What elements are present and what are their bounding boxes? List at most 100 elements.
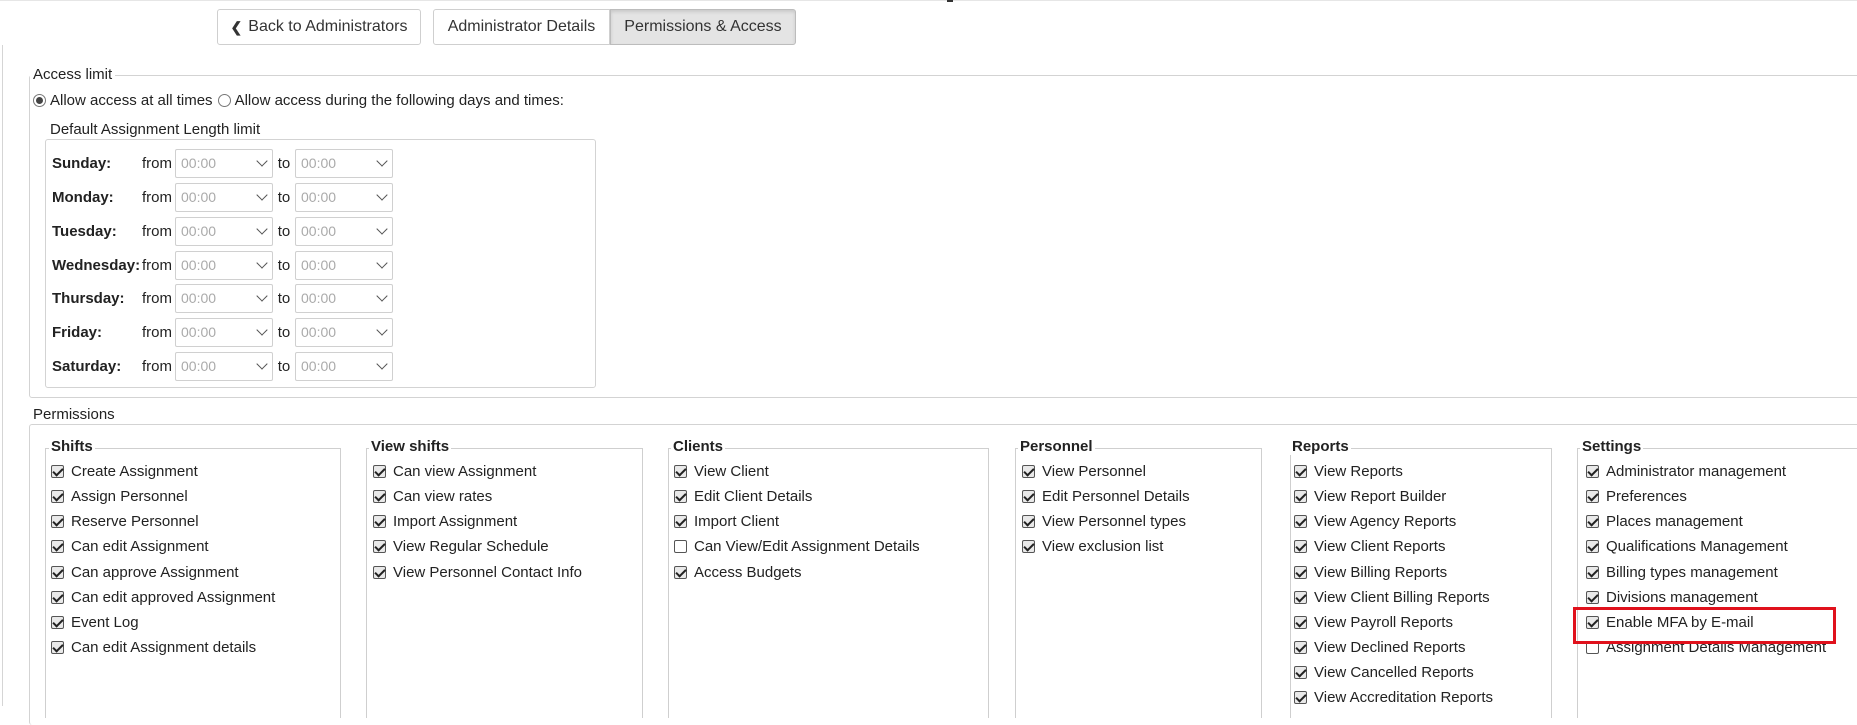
permission-checkbox[interactable]	[1022, 540, 1035, 553]
permission-item[interactable]: View Reports	[1294, 463, 1403, 480]
permission-item[interactable]: Can approve Assignment	[51, 564, 239, 581]
permission-item[interactable]: Edit Client Details	[674, 488, 812, 505]
chevron-down-icon	[376, 155, 388, 167]
permission-item[interactable]: Event Log	[51, 614, 139, 631]
permission-checkbox[interactable]	[373, 515, 386, 528]
permission-item[interactable]: Places management	[1586, 513, 1743, 530]
permission-item[interactable]: View Report Builder	[1294, 488, 1446, 505]
permission-item[interactable]: Billing types management	[1586, 564, 1778, 581]
permission-checkbox[interactable]	[51, 540, 64, 553]
from-time-select[interactable]: 00:00	[175, 216, 273, 246]
permission-checkbox[interactable]	[674, 566, 687, 579]
permission-item[interactable]: Administrator management	[1586, 463, 1786, 480]
permission-checkbox[interactable]	[1294, 641, 1307, 654]
permission-checkbox[interactable]	[674, 540, 687, 553]
permission-checkbox[interactable]	[1294, 566, 1307, 579]
allow-schedule-radio[interactable]	[217, 94, 231, 107]
permission-checkbox[interactable]	[1294, 490, 1307, 503]
permission-checkbox[interactable]	[1022, 515, 1035, 528]
permission-checkbox[interactable]	[51, 641, 64, 654]
permission-item[interactable]: Can edit Assignment details	[51, 639, 256, 656]
permission-item[interactable]: View Agency Reports	[1294, 513, 1456, 530]
to-time-select[interactable]: 00:00	[295, 317, 393, 347]
permission-item[interactable]: View Client	[674, 463, 769, 480]
tab-administrator-details[interactable]: Administrator Details	[433, 9, 610, 45]
permission-item[interactable]: Can edit approved Assignment	[51, 589, 275, 606]
permission-checkbox[interactable]	[1586, 540, 1599, 553]
permission-checkbox[interactable]	[1586, 465, 1599, 478]
permission-item[interactable]: View Personnel Contact Info	[373, 564, 582, 581]
permission-item[interactable]: Can View/Edit Assignment Details	[674, 538, 920, 555]
permission-checkbox[interactable]	[1294, 616, 1307, 629]
permission-checkbox[interactable]	[373, 490, 386, 503]
permission-label: View Personnel types	[1042, 513, 1186, 530]
permission-item[interactable]: View Declined Reports	[1294, 639, 1465, 656]
to-time-select[interactable]: 00:00	[295, 250, 393, 280]
permission-item[interactable]: View Payroll Reports	[1294, 614, 1453, 631]
tab-permissions-access[interactable]: Permissions & Access	[610, 9, 796, 45]
permission-checkbox[interactable]	[51, 616, 64, 629]
permission-checkbox[interactable]	[51, 515, 64, 528]
permission-checkbox[interactable]	[674, 490, 687, 503]
permission-item[interactable]: View exclusion list	[1022, 538, 1163, 555]
permission-checkbox[interactable]	[1022, 490, 1035, 503]
permission-item[interactable]: Reserve Personnel	[51, 513, 199, 530]
schedule-row: Friday: from 00:00 to 00:00	[52, 317, 393, 347]
permission-checkbox[interactable]	[51, 490, 64, 503]
permission-item[interactable]: View Accreditation Reports	[1294, 689, 1493, 706]
permission-item[interactable]: View Billing Reports	[1294, 564, 1447, 581]
permission-checkbox[interactable]	[1022, 465, 1035, 478]
permission-item[interactable]: View Personnel types	[1022, 513, 1186, 530]
permission-checkbox[interactable]	[1294, 465, 1307, 478]
permission-checkbox[interactable]	[674, 465, 687, 478]
permission-item[interactable]: Qualifications Management	[1586, 538, 1788, 555]
permission-item[interactable]: Can edit Assignment	[51, 538, 209, 555]
to-time-select[interactable]: 00:00	[295, 148, 393, 178]
permission-item[interactable]: Preferences	[1586, 488, 1687, 505]
from-time-select[interactable]: 00:00	[175, 317, 273, 347]
permission-checkbox[interactable]	[51, 591, 64, 604]
permission-checkbox[interactable]	[1294, 691, 1307, 704]
permission-checkbox[interactable]	[1586, 515, 1599, 528]
permission-item[interactable]: Create Assignment	[51, 463, 198, 480]
permission-checkbox[interactable]	[373, 540, 386, 553]
back-to-administrators-button[interactable]: ❮ Back to Administrators	[217, 9, 421, 45]
permission-item[interactable]: View Regular Schedule	[373, 538, 549, 555]
permission-checkbox[interactable]	[1294, 515, 1307, 528]
from-time-select[interactable]: 00:00	[175, 182, 273, 212]
to-time-select[interactable]: 00:00	[295, 216, 393, 246]
permission-checkbox[interactable]	[1294, 591, 1307, 604]
from-time-select[interactable]: 00:00	[175, 283, 273, 313]
tab-permissions-access-label: Permissions & Access	[624, 18, 782, 35]
from-time-select[interactable]: 00:00	[175, 351, 273, 381]
to-time-select[interactable]: 00:00	[295, 351, 393, 381]
permission-item[interactable]: Can view rates	[373, 488, 492, 505]
permission-item[interactable]: View Client Billing Reports	[1294, 589, 1490, 606]
permission-item[interactable]: View Personnel	[1022, 463, 1146, 480]
permission-item[interactable]: Can view Assignment	[373, 463, 536, 480]
permission-checkbox[interactable]	[373, 465, 386, 478]
permission-item[interactable]: Edit Personnel Details	[1022, 488, 1190, 505]
permission-checkbox[interactable]	[1294, 666, 1307, 679]
permission-checkbox[interactable]	[1294, 540, 1307, 553]
permission-item[interactable]: View Client Reports	[1294, 538, 1445, 555]
to-time-select[interactable]: 00:00	[295, 283, 393, 313]
permission-checkbox[interactable]	[51, 566, 64, 579]
permission-item[interactable]: Import Client	[674, 513, 779, 530]
permission-checkbox[interactable]	[51, 465, 64, 478]
permission-item[interactable]: Divisions management	[1586, 589, 1758, 606]
permission-checkbox[interactable]	[373, 566, 386, 579]
permission-item[interactable]: Access Budgets	[674, 564, 802, 581]
to-time-value: 00:00	[301, 324, 337, 340]
permission-checkbox[interactable]	[674, 515, 687, 528]
from-time-select[interactable]: 00:00	[175, 250, 273, 280]
permission-checkbox[interactable]	[1586, 490, 1599, 503]
permission-item[interactable]: View Cancelled Reports	[1294, 664, 1474, 681]
permission-item[interactable]: Import Assignment	[373, 513, 517, 530]
allow-all-times-radio[interactable]	[33, 94, 46, 107]
to-time-select[interactable]: 00:00	[295, 182, 393, 212]
from-time-select[interactable]: 00:00	[175, 148, 273, 178]
permission-item[interactable]: Assign Personnel	[51, 488, 188, 505]
permission-checkbox[interactable]	[1586, 566, 1599, 579]
permission-checkbox[interactable]	[1586, 591, 1599, 604]
